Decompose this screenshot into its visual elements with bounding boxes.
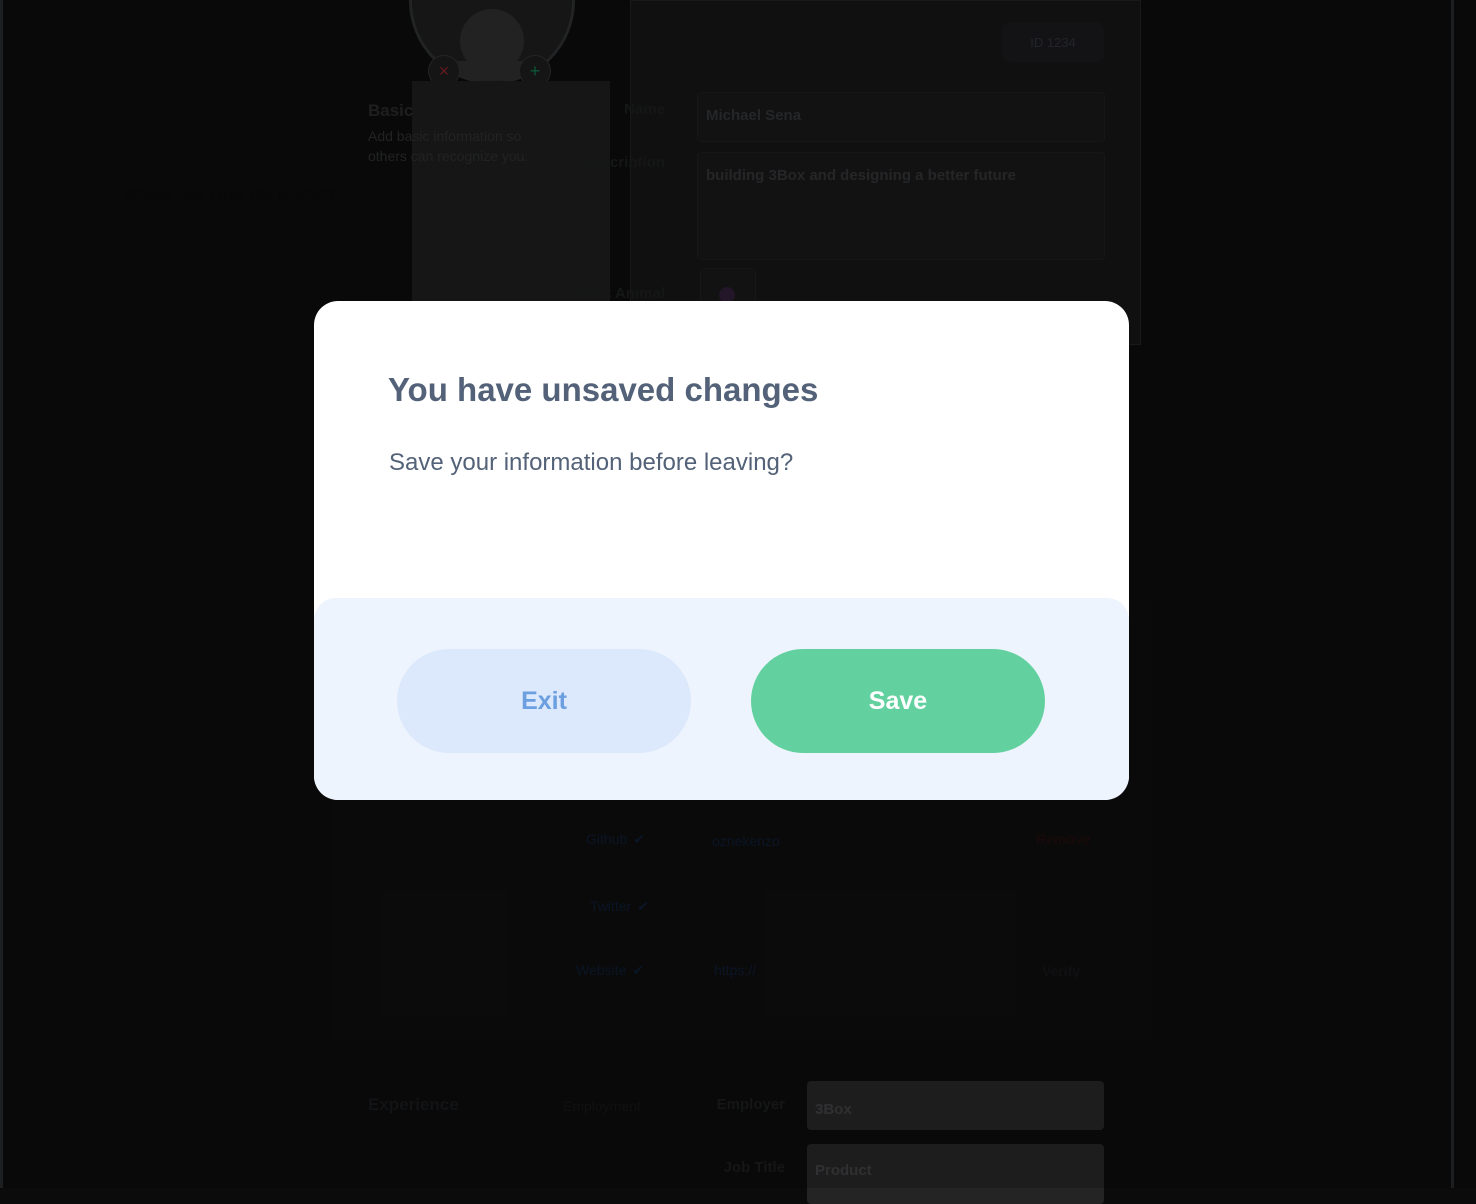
unsaved-changes-dialog: You have unsaved changes Save your infor… (314, 301, 1129, 800)
dialog-footer: Exit Save (314, 598, 1129, 800)
save-button[interactable]: Save (751, 649, 1045, 753)
dialog-message: Save your information before leaving? (389, 449, 794, 476)
dialog-title: You have unsaved changes (388, 371, 819, 408)
exit-button[interactable]: Exit (397, 649, 691, 753)
